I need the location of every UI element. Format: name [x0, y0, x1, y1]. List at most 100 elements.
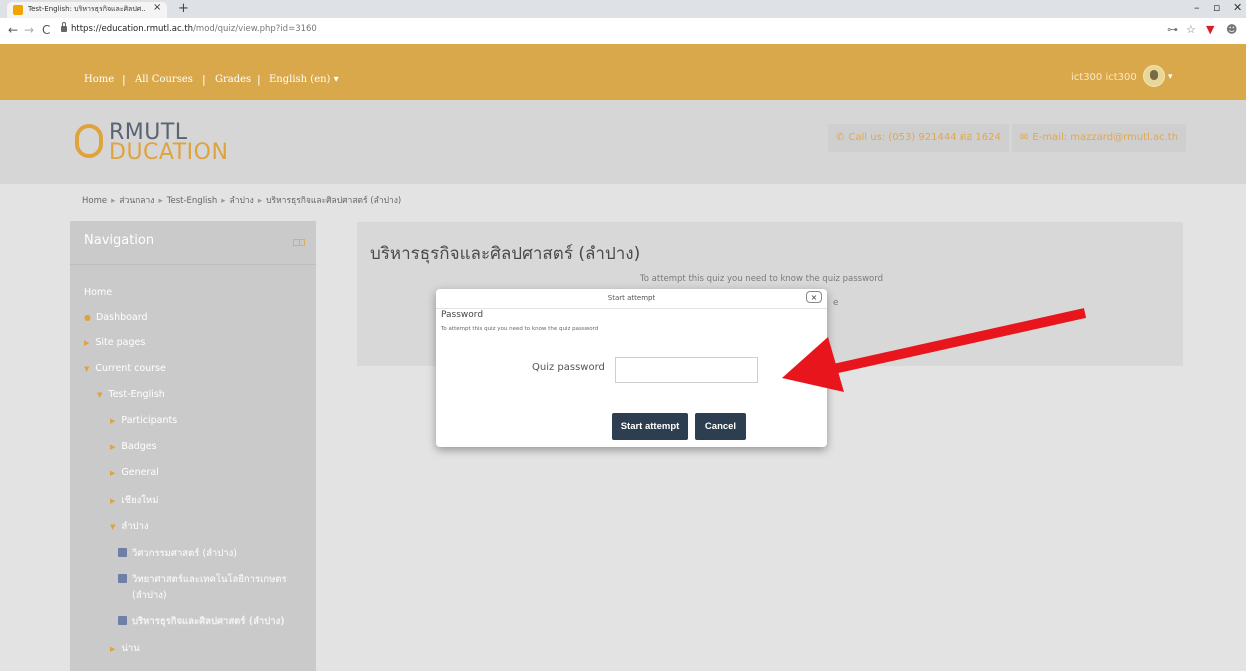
minimize-button[interactable]: – — [1194, 1, 1200, 14]
envelope-icon: ✉ — [1020, 132, 1029, 143]
nav-separator: | — [122, 73, 126, 86]
nav-all-courses-link[interactable]: All Courses — [135, 74, 193, 85]
nav-item-label: Dashboard — [95, 312, 148, 323]
reload-button[interactable]: C — [42, 23, 50, 37]
nav-item-badges[interactable]: ▶ Badges — [110, 441, 157, 452]
divider — [70, 264, 316, 265]
email-contact[interactable]: ✉ E-mail: mazzard@rmutl.ac.th — [1012, 124, 1187, 152]
navigation-title: Navigation — [84, 233, 155, 248]
restore-button[interactable]: ▫ — [1213, 1, 1220, 14]
nav-item-quiz-business[interactable]: บริหารธุรกิจและศิลปศาสตร์ (ลำปาง) — [118, 614, 285, 629]
tab-title: Test-English: บริหารธุรกิจและศิลปศ... — [28, 5, 146, 13]
expand-arrow-icon: ▶ — [110, 469, 116, 477]
nav-item-site-pages[interactable]: ▶ Site pages — [84, 337, 145, 348]
nav-item-label: Participants — [121, 415, 178, 426]
logo-e-mark-icon — [75, 124, 103, 158]
close-window-button[interactable]: ✕ — [1233, 1, 1242, 14]
breadcrumb-course[interactable]: Test-English — [167, 196, 218, 206]
password-description: To attempt this quiz you need to know th… — [441, 326, 599, 332]
nav-item-label: Badges — [121, 441, 157, 452]
user-menu-caret-icon[interactable]: ▾ — [1168, 72, 1173, 82]
nav-item-general[interactable]: ▶ General — [110, 467, 159, 478]
back-button[interactable]: ← — [8, 23, 18, 37]
breadcrumb-separator: ▸ — [111, 196, 116, 206]
start-attempt-button[interactable]: Start attempt — [612, 413, 688, 440]
quiz-password-label: Quiz password — [532, 362, 605, 373]
expand-arrow-icon: ▶ — [110, 645, 116, 653]
cancel-button[interactable]: Cancel — [695, 413, 746, 440]
language-menu[interactable]: English (en) ▾ — [269, 74, 339, 85]
quiz-info: To attempt this quiz you need to know th… — [640, 274, 883, 284]
page-title: บริหารธุรกิจและศิลปศาสตร์ (ลำปาง) — [370, 244, 641, 264]
breadcrumb-separator: ▸ — [158, 196, 163, 206]
breadcrumb-home[interactable]: Home — [82, 196, 107, 206]
breadcrumb-central[interactable]: ส่วนกลาง — [119, 196, 154, 206]
quiz-icon — [118, 616, 127, 625]
nav-item-label: วิทยาศาสตร์และเทคโนโลยีการเกษตร — [132, 574, 287, 585]
nav-item-participants[interactable]: ▶ Participants — [110, 415, 177, 426]
expand-arrow-icon: ▶ — [110, 417, 116, 425]
dock-block-icon[interactable] — [293, 239, 305, 246]
expand-arrow-icon: ▶ — [84, 339, 90, 347]
nav-item-dashboard[interactable]: ● Dashboard — [84, 312, 148, 323]
profile-icon[interactable]: ☻ — [1226, 23, 1237, 36]
nav-item-test-english[interactable]: ▼ Test-English — [97, 389, 165, 400]
key-icon[interactable]: ⊶ — [1167, 23, 1178, 36]
nav-item-label: ลำปาง — [121, 521, 149, 532]
phone-text: Call us: (053) 921444 ต่อ 1624 — [848, 132, 1001, 143]
star-icon[interactable]: ☆ — [1186, 23, 1196, 36]
nav-grades-link[interactable]: Grades — [215, 74, 251, 85]
quiz-icon — [118, 548, 127, 557]
url-field[interactable]: https://education.rmutl.ac.th/mod/quiz/v… — [71, 24, 317, 34]
quiz-icon — [118, 574, 127, 583]
site-logo[interactable]: RMUTL DUCATION — [75, 120, 245, 165]
nav-item-current-course[interactable]: ▼ Current course — [84, 363, 166, 374]
start-attempt-dialog: Start attempt × Password To attempt this… — [436, 289, 827, 447]
nav-item-label: General — [121, 467, 159, 478]
nav-item-label: วิศวกรรมศาสตร์ (ลำปาง) — [132, 548, 237, 559]
tab-close-icon[interactable]: × — [153, 2, 161, 13]
phone-contact: ✆ Call us: (053) 921444 ต่อ 1624 — [828, 124, 1009, 152]
quiz-info-partial: e — [833, 298, 839, 308]
nav-item-label: เชียงใหม่ — [121, 495, 159, 506]
email-text: E-mail: mazzard@rmutl.ac.th — [1032, 132, 1179, 143]
expand-arrow-icon: ▶ — [110, 443, 116, 451]
shield-extension-icon[interactable]: ▼ — [1206, 23, 1214, 36]
bullet-icon: ● — [84, 313, 91, 322]
nav-item-quiz-engineering[interactable]: วิศวกรรมศาสตร์ (ลำปาง) — [118, 546, 237, 561]
breadcrumb: Home ▸ ส่วนกลาง ▸ Test-English ▸ ลำปาง ▸ บริหารธ… — [82, 193, 401, 207]
close-dialog-button[interactable]: × — [806, 291, 822, 303]
nav-item-quiz-agriculture[interactable]: วิทยาศาสตร์และเทคโนโลยีการเกษตร — [118, 572, 287, 587]
nav-item-home[interactable]: Home — [84, 287, 112, 298]
quiz-password-input[interactable] — [615, 357, 758, 383]
nav-item-lampang[interactable]: ▼ ลำปาง — [110, 519, 149, 534]
browser-tab[interactable]: Test-English: บริหารธุรกิจและศิลปศ... × — [7, 2, 167, 18]
user-avatar[interactable] — [1143, 65, 1165, 87]
dialog-title: Start attempt — [607, 294, 656, 302]
url-path: /mod/quiz/view.php?id=3160 — [193, 24, 317, 34]
logo-text-bottom: DUCATION — [109, 140, 229, 165]
nav-item-label: บริหารธุรกิจและศิลปศาสตร์ (ลำปาง) — [132, 616, 285, 627]
address-bar: ← → C https://education.rmutl.ac.th/mod/… — [0, 18, 1246, 45]
user-menu-name[interactable]: ict300 ict300 — [1071, 72, 1137, 83]
password-legend: Password — [441, 310, 484, 320]
nav-item-chiangmai[interactable]: ▶ เชียงใหม่ — [110, 493, 158, 508]
top-navigation — [0, 44, 1246, 100]
breadcrumb-section[interactable]: ลำปาง — [230, 196, 254, 206]
expand-arrow-icon: ▶ — [110, 497, 116, 505]
nav-separator: | — [257, 73, 261, 86]
breadcrumb-separator: ▸ — [221, 196, 226, 206]
nav-item-label: Site pages — [95, 337, 146, 348]
dialog-header: Start attempt × — [436, 289, 827, 309]
nav-item-label-continued: (ลำปาง) — [132, 590, 167, 601]
breadcrumb-quiz[interactable]: บริหารธุรกิจและศิลปศาสตร์ (ลำปาง) — [266, 196, 401, 206]
forward-button[interactable]: → — [24, 23, 34, 37]
browser-tab-bar: Test-English: บริหารธุรกิจและศิลปศ... × … — [0, 0, 1246, 18]
nav-item-nan[interactable]: ▶ น่าน — [110, 641, 140, 656]
collapse-arrow-icon: ▼ — [97, 391, 103, 399]
nav-item-label: Current course — [95, 363, 166, 374]
new-tab-button[interactable]: + — [178, 1, 189, 16]
nav-home-link[interactable]: Home — [84, 74, 114, 85]
moodle-favicon-icon — [13, 5, 23, 15]
collapse-arrow-icon: ▼ — [110, 523, 116, 531]
